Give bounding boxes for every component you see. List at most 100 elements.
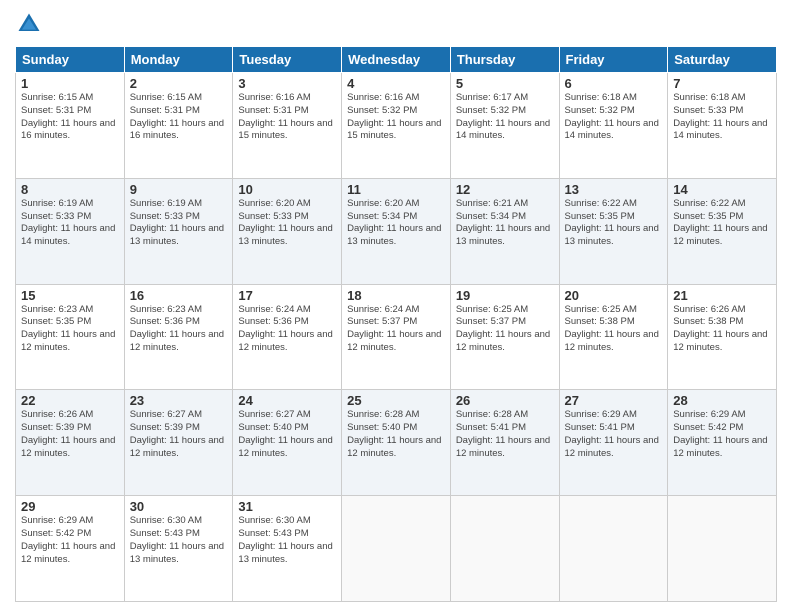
calendar-cell: 9 Sunrise: 6:19 AM Sunset: 5:33 PM Dayli… bbox=[124, 178, 233, 284]
day-info: Sunrise: 6:28 AM Sunset: 5:41 PM Dayligh… bbox=[456, 409, 554, 460]
day-info: Sunrise: 6:20 AM Sunset: 5:34 PM Dayligh… bbox=[347, 198, 445, 249]
weekday-header-wednesday: Wednesday bbox=[342, 47, 451, 73]
calendar-cell: 16 Sunrise: 6:23 AM Sunset: 5:36 PM Dayl… bbox=[124, 284, 233, 390]
day-info: Sunrise: 6:27 AM Sunset: 5:40 PM Dayligh… bbox=[238, 409, 336, 460]
calendar-cell: 24 Sunrise: 6:27 AM Sunset: 5:40 PM Dayl… bbox=[233, 390, 342, 496]
day-number: 17 bbox=[238, 288, 336, 303]
calendar-cell: 1 Sunrise: 6:15 AM Sunset: 5:31 PM Dayli… bbox=[16, 73, 125, 179]
calendar-cell bbox=[559, 496, 668, 602]
day-number: 18 bbox=[347, 288, 445, 303]
calendar-cell: 13 Sunrise: 6:22 AM Sunset: 5:35 PM Dayl… bbox=[559, 178, 668, 284]
calendar-cell: 21 Sunrise: 6:26 AM Sunset: 5:38 PM Dayl… bbox=[668, 284, 777, 390]
calendar-cell: 7 Sunrise: 6:18 AM Sunset: 5:33 PM Dayli… bbox=[668, 73, 777, 179]
calendar-week-2: 8 Sunrise: 6:19 AM Sunset: 5:33 PM Dayli… bbox=[16, 178, 777, 284]
calendar-cell: 8 Sunrise: 6:19 AM Sunset: 5:33 PM Dayli… bbox=[16, 178, 125, 284]
day-number: 4 bbox=[347, 76, 445, 91]
day-number: 29 bbox=[21, 499, 119, 514]
weekday-header-thursday: Thursday bbox=[450, 47, 559, 73]
day-info: Sunrise: 6:24 AM Sunset: 5:37 PM Dayligh… bbox=[347, 304, 445, 355]
calendar-cell: 31 Sunrise: 6:30 AM Sunset: 5:43 PM Dayl… bbox=[233, 496, 342, 602]
calendar-table: SundayMondayTuesdayWednesdayThursdayFrid… bbox=[15, 46, 777, 602]
day-number: 19 bbox=[456, 288, 554, 303]
calendar-cell: 27 Sunrise: 6:29 AM Sunset: 5:41 PM Dayl… bbox=[559, 390, 668, 496]
day-info: Sunrise: 6:29 AM Sunset: 5:41 PM Dayligh… bbox=[565, 409, 663, 460]
day-number: 15 bbox=[21, 288, 119, 303]
day-info: Sunrise: 6:22 AM Sunset: 5:35 PM Dayligh… bbox=[673, 198, 771, 249]
day-info: Sunrise: 6:25 AM Sunset: 5:37 PM Dayligh… bbox=[456, 304, 554, 355]
day-info: Sunrise: 6:16 AM Sunset: 5:32 PM Dayligh… bbox=[347, 92, 445, 143]
weekday-header-row: SundayMondayTuesdayWednesdayThursdayFrid… bbox=[16, 47, 777, 73]
day-number: 9 bbox=[130, 182, 228, 197]
calendar-week-1: 1 Sunrise: 6:15 AM Sunset: 5:31 PM Dayli… bbox=[16, 73, 777, 179]
day-info: Sunrise: 6:26 AM Sunset: 5:39 PM Dayligh… bbox=[21, 409, 119, 460]
calendar-week-4: 22 Sunrise: 6:26 AM Sunset: 5:39 PM Dayl… bbox=[16, 390, 777, 496]
day-number: 5 bbox=[456, 76, 554, 91]
calendar-cell bbox=[342, 496, 451, 602]
day-number: 13 bbox=[565, 182, 663, 197]
day-number: 23 bbox=[130, 393, 228, 408]
day-number: 22 bbox=[21, 393, 119, 408]
day-number: 30 bbox=[130, 499, 228, 514]
day-info: Sunrise: 6:30 AM Sunset: 5:43 PM Dayligh… bbox=[130, 515, 228, 566]
day-number: 2 bbox=[130, 76, 228, 91]
day-number: 21 bbox=[673, 288, 771, 303]
page: SundayMondayTuesdayWednesdayThursdayFrid… bbox=[0, 0, 792, 612]
calendar-cell: 23 Sunrise: 6:27 AM Sunset: 5:39 PM Dayl… bbox=[124, 390, 233, 496]
day-info: Sunrise: 6:22 AM Sunset: 5:35 PM Dayligh… bbox=[565, 198, 663, 249]
day-number: 27 bbox=[565, 393, 663, 408]
day-info: Sunrise: 6:19 AM Sunset: 5:33 PM Dayligh… bbox=[130, 198, 228, 249]
calendar-cell bbox=[450, 496, 559, 602]
day-number: 8 bbox=[21, 182, 119, 197]
weekday-header-friday: Friday bbox=[559, 47, 668, 73]
calendar-cell: 29 Sunrise: 6:29 AM Sunset: 5:42 PM Dayl… bbox=[16, 496, 125, 602]
day-info: Sunrise: 6:23 AM Sunset: 5:35 PM Dayligh… bbox=[21, 304, 119, 355]
calendar-cell: 19 Sunrise: 6:25 AM Sunset: 5:37 PM Dayl… bbox=[450, 284, 559, 390]
day-info: Sunrise: 6:17 AM Sunset: 5:32 PM Dayligh… bbox=[456, 92, 554, 143]
day-info: Sunrise: 6:16 AM Sunset: 5:31 PM Dayligh… bbox=[238, 92, 336, 143]
day-number: 6 bbox=[565, 76, 663, 91]
logo-icon bbox=[15, 10, 43, 38]
calendar-cell: 12 Sunrise: 6:21 AM Sunset: 5:34 PM Dayl… bbox=[450, 178, 559, 284]
day-number: 12 bbox=[456, 182, 554, 197]
day-info: Sunrise: 6:19 AM Sunset: 5:33 PM Dayligh… bbox=[21, 198, 119, 249]
calendar-cell: 18 Sunrise: 6:24 AM Sunset: 5:37 PM Dayl… bbox=[342, 284, 451, 390]
day-info: Sunrise: 6:25 AM Sunset: 5:38 PM Dayligh… bbox=[565, 304, 663, 355]
calendar-cell: 30 Sunrise: 6:30 AM Sunset: 5:43 PM Dayl… bbox=[124, 496, 233, 602]
weekday-header-saturday: Saturday bbox=[668, 47, 777, 73]
calendar-cell: 4 Sunrise: 6:16 AM Sunset: 5:32 PM Dayli… bbox=[342, 73, 451, 179]
day-number: 10 bbox=[238, 182, 336, 197]
logo bbox=[15, 10, 47, 38]
day-number: 24 bbox=[238, 393, 336, 408]
day-info: Sunrise: 6:24 AM Sunset: 5:36 PM Dayligh… bbox=[238, 304, 336, 355]
calendar-cell: 25 Sunrise: 6:28 AM Sunset: 5:40 PM Dayl… bbox=[342, 390, 451, 496]
weekday-header-sunday: Sunday bbox=[16, 47, 125, 73]
day-number: 28 bbox=[673, 393, 771, 408]
calendar-cell: 26 Sunrise: 6:28 AM Sunset: 5:41 PM Dayl… bbox=[450, 390, 559, 496]
calendar-cell: 6 Sunrise: 6:18 AM Sunset: 5:32 PM Dayli… bbox=[559, 73, 668, 179]
calendar-cell bbox=[668, 496, 777, 602]
day-number: 3 bbox=[238, 76, 336, 91]
calendar-week-5: 29 Sunrise: 6:29 AM Sunset: 5:42 PM Dayl… bbox=[16, 496, 777, 602]
day-info: Sunrise: 6:18 AM Sunset: 5:32 PM Dayligh… bbox=[565, 92, 663, 143]
calendar-cell: 11 Sunrise: 6:20 AM Sunset: 5:34 PM Dayl… bbox=[342, 178, 451, 284]
day-number: 14 bbox=[673, 182, 771, 197]
day-info: Sunrise: 6:15 AM Sunset: 5:31 PM Dayligh… bbox=[21, 92, 119, 143]
calendar-cell: 17 Sunrise: 6:24 AM Sunset: 5:36 PM Dayl… bbox=[233, 284, 342, 390]
calendar-week-3: 15 Sunrise: 6:23 AM Sunset: 5:35 PM Dayl… bbox=[16, 284, 777, 390]
header bbox=[15, 10, 777, 38]
calendar-cell: 20 Sunrise: 6:25 AM Sunset: 5:38 PM Dayl… bbox=[559, 284, 668, 390]
calendar-cell: 14 Sunrise: 6:22 AM Sunset: 5:35 PM Dayl… bbox=[668, 178, 777, 284]
weekday-header-tuesday: Tuesday bbox=[233, 47, 342, 73]
calendar-cell: 3 Sunrise: 6:16 AM Sunset: 5:31 PM Dayli… bbox=[233, 73, 342, 179]
calendar-cell: 15 Sunrise: 6:23 AM Sunset: 5:35 PM Dayl… bbox=[16, 284, 125, 390]
day-info: Sunrise: 6:23 AM Sunset: 5:36 PM Dayligh… bbox=[130, 304, 228, 355]
day-number: 20 bbox=[565, 288, 663, 303]
day-info: Sunrise: 6:20 AM Sunset: 5:33 PM Dayligh… bbox=[238, 198, 336, 249]
day-info: Sunrise: 6:26 AM Sunset: 5:38 PM Dayligh… bbox=[673, 304, 771, 355]
day-info: Sunrise: 6:29 AM Sunset: 5:42 PM Dayligh… bbox=[21, 515, 119, 566]
calendar-cell: 5 Sunrise: 6:17 AM Sunset: 5:32 PM Dayli… bbox=[450, 73, 559, 179]
day-info: Sunrise: 6:30 AM Sunset: 5:43 PM Dayligh… bbox=[238, 515, 336, 566]
day-number: 11 bbox=[347, 182, 445, 197]
day-number: 7 bbox=[673, 76, 771, 91]
day-info: Sunrise: 6:29 AM Sunset: 5:42 PM Dayligh… bbox=[673, 409, 771, 460]
